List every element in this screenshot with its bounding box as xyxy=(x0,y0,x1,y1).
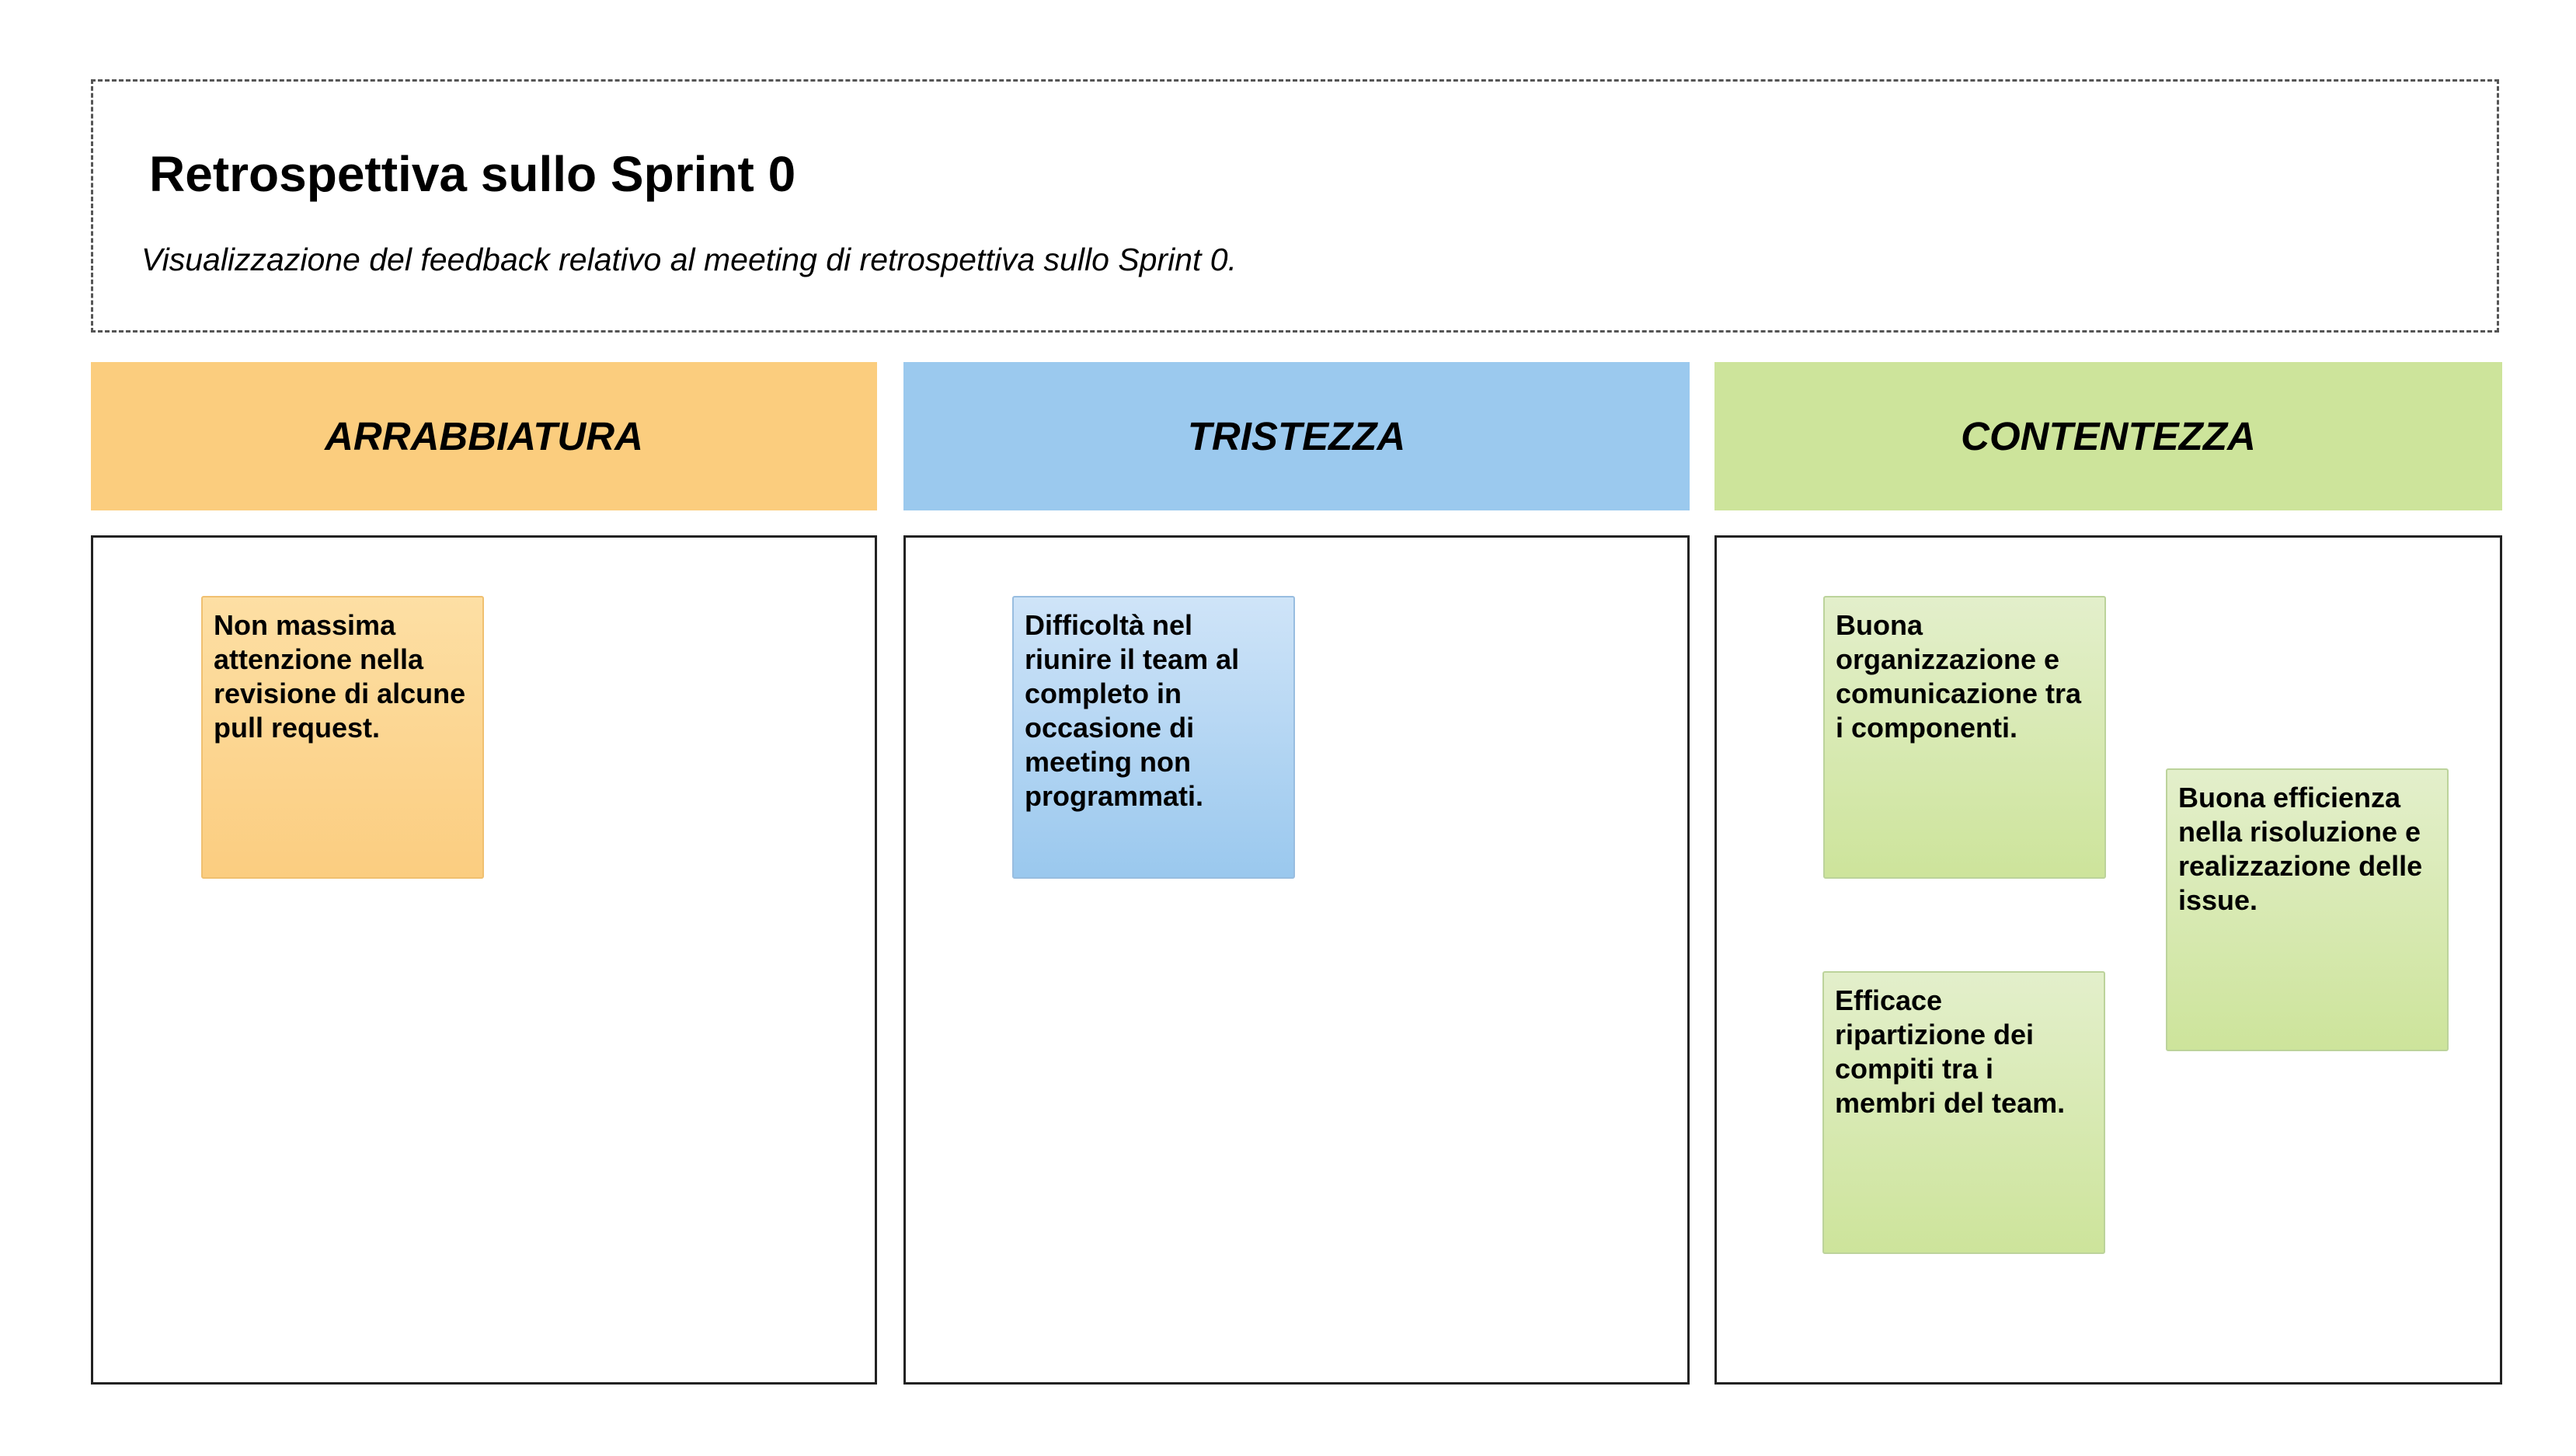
header-box: Retrospettiva sullo Sprint 0 Visualizzaz… xyxy=(91,79,2499,333)
sticky-note[interactable]: Buona efficienza nella risoluzione e rea… xyxy=(2166,768,2449,1051)
page-subtitle: Visualizzazione del feedback relativo al… xyxy=(141,242,1237,277)
sticky-note[interactable]: Efficace ripartizione dei compiti tra i … xyxy=(1822,971,2105,1254)
sticky-note[interactable]: Buona organizzazione e comunicazione tra… xyxy=(1823,596,2106,879)
column-header-tristezza: TRISTEZZA xyxy=(903,362,1690,510)
sticky-note[interactable]: Non massima attenzione nella revisione d… xyxy=(201,596,484,879)
page-title: Retrospettiva sullo Sprint 0 xyxy=(149,146,796,202)
column-header-arrabbiatura: ARRABBIATURA xyxy=(91,362,877,510)
sticky-note[interactable]: Difficoltà nel riunire il team al comple… xyxy=(1012,596,1295,879)
column-header-contentezza: CONTENTEZZA xyxy=(1714,362,2502,510)
